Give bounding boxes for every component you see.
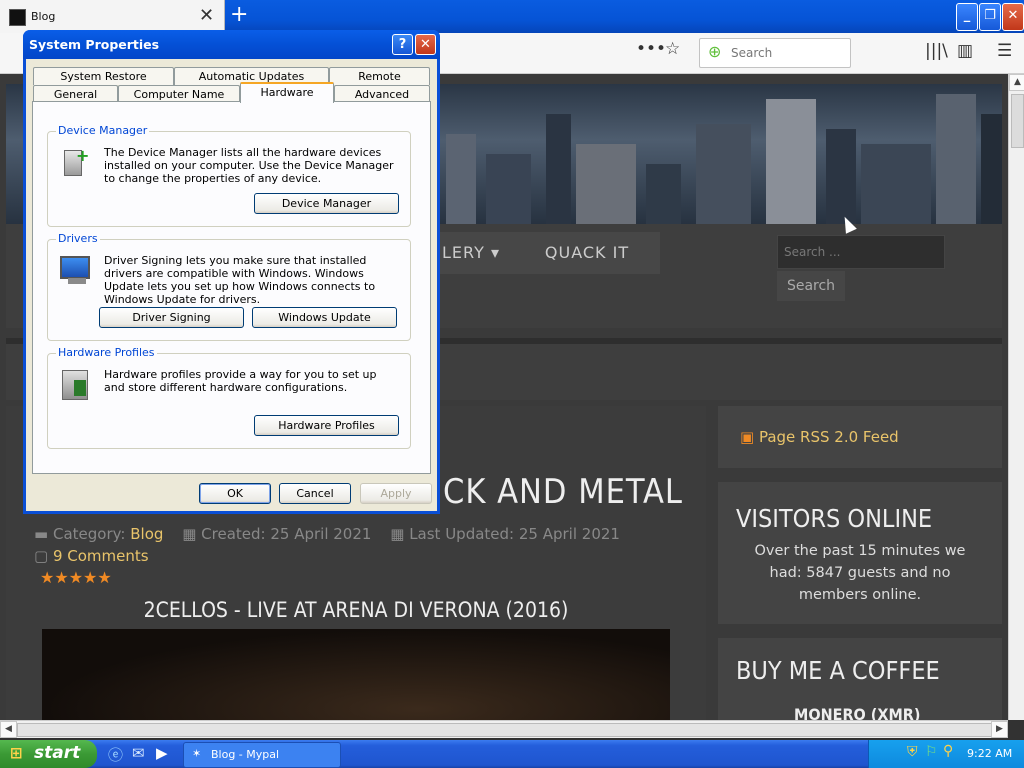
network-tray-icon[interactable]: ⚐ xyxy=(925,744,938,760)
site-search-button[interactable]: Search xyxy=(777,271,845,301)
device-manager-group: Device Manager + The Device Manager list… xyxy=(47,124,411,227)
horizontal-scroll-thumb[interactable] xyxy=(17,723,992,737)
windows-logo-icon: ⊞ xyxy=(10,744,23,762)
coffee-sub: MONERO (XMR) xyxy=(794,705,921,720)
rss-label: Page RSS 2.0 Feed xyxy=(758,428,899,446)
system-tray: ⛨ ⚐ ⚲ 9:22 AM xyxy=(868,740,1024,768)
video-title: 2CELLOS - LIVE AT ARENA DI VERONA (2016) xyxy=(143,598,569,622)
apply-button[interactable]: Apply xyxy=(360,483,432,504)
folder-icon: ▬ xyxy=(34,525,49,543)
nav-quack-it[interactable]: QUACK IT xyxy=(514,232,660,274)
rss-widget: ▣ Page RSS 2.0 Feed xyxy=(718,406,1002,468)
browser-search-input[interactable]: ⊕ Search xyxy=(699,38,851,68)
coffee-widget: BUY ME A COFFEE MONERO (XMR) xyxy=(718,638,1002,720)
outlook-quicklaunch-icon[interactable]: ✉ xyxy=(132,744,145,762)
ie-quicklaunch-icon[interactable]: ⓔ xyxy=(108,744,123,765)
new-tab-icon[interactable]: + xyxy=(230,2,248,27)
tab-close-icon[interactable]: ✕ xyxy=(199,5,214,26)
rating-stars[interactable]: ★★★★★ xyxy=(40,568,112,587)
system-properties-dialog: System Properties ? ✕ System Restore Aut… xyxy=(23,30,440,514)
search-tray-icon[interactable]: ⚲ xyxy=(943,743,953,759)
comment-icon: ▢ xyxy=(34,547,49,565)
calendar-icon: ▦ xyxy=(182,525,197,543)
article-meta: ▬ Category: Blog ▦ Created: 25 April 202… xyxy=(34,525,620,543)
device-manager-description: The Device Manager lists all the hardwar… xyxy=(104,146,394,185)
category-label: Category: xyxy=(52,525,126,543)
search-engine-icon: ⊕ xyxy=(708,42,722,61)
library-icon[interactable]: |||\ xyxy=(925,41,948,61)
hardware-profiles-group: Hardware Profiles Hardware profiles prov… xyxy=(47,346,411,449)
drivers-group: Drivers Driver Signing lets you make sur… xyxy=(47,232,411,341)
driver-signing-button[interactable]: Driver Signing xyxy=(99,307,244,328)
site-favicon-icon xyxy=(9,9,26,26)
calendar-icon-2: ▦ xyxy=(390,525,405,543)
dialog-title: System Properties xyxy=(29,37,160,52)
page-actions-icon[interactable]: ••• xyxy=(636,39,666,59)
task-label: Blog - Mypal xyxy=(211,748,280,761)
browser-titlebar: Blog ✕ + _ ❐ ✕ xyxy=(0,0,1024,33)
mypal-app-icon: ✶ xyxy=(192,747,202,760)
category-link[interactable]: Blog xyxy=(130,525,163,543)
scroll-up-icon[interactable]: ▲ xyxy=(1009,74,1024,91)
hardware-profiles-legend: Hardware Profiles xyxy=(56,346,157,359)
drivers-description: Driver Signing lets you make sure that i… xyxy=(104,254,376,306)
horizontal-scrollbar[interactable]: ◀ ▶ xyxy=(0,720,1008,738)
media-player-quicklaunch-icon[interactable]: ▶ xyxy=(156,744,168,762)
vertical-scrollbar[interactable]: ▲ xyxy=(1008,74,1024,720)
device-manager-button[interactable]: Device Manager xyxy=(254,193,399,214)
taskbar: ⊞ start ⓔ ✉ ▶ ✶ Blog - Mypal ⌨ ⛨ ⚐ ⚲ 9:2… xyxy=(0,740,1024,768)
sidebar-icon[interactable]: ▥ xyxy=(957,41,973,61)
drivers-legend: Drivers xyxy=(56,232,100,245)
maximize-button[interactable]: ❐ xyxy=(979,3,1001,31)
tab-hardware[interactable]: Hardware xyxy=(240,82,334,103)
coffee-heading: BUY ME A COFFEE xyxy=(736,656,940,685)
task-blog-mypal[interactable]: ✶ Blog - Mypal xyxy=(183,742,341,768)
help-button[interactable]: ? xyxy=(392,34,413,55)
tab-remote[interactable]: Remote xyxy=(329,67,430,85)
start-button[interactable]: ⊞ start xyxy=(0,740,97,768)
rss-link[interactable]: ▣ Page RSS 2.0 Feed xyxy=(740,428,899,446)
site-search-placeholder: Search ... xyxy=(784,245,841,259)
cancel-button[interactable]: Cancel xyxy=(279,483,351,504)
article-title: CK AND METAL xyxy=(443,472,683,512)
drivers-computer-icon xyxy=(60,254,90,286)
dialog-close-button[interactable]: ✕ xyxy=(415,34,436,55)
hardware-profiles-icon xyxy=(60,368,90,400)
device-manager-icon: + xyxy=(60,146,90,178)
close-window-button[interactable]: ✕ xyxy=(1002,3,1024,31)
created-date: Created: 25 April 2021 xyxy=(201,525,372,543)
clock[interactable]: 9:22 AM xyxy=(967,747,1012,760)
comments-count: 9 Comments xyxy=(52,547,149,565)
updated-date: Last Updated: 25 April 2021 xyxy=(409,525,620,543)
visitors-heading: VISITORS ONLINE xyxy=(736,504,933,533)
rss-icon: ▣ xyxy=(740,428,755,446)
tab-title: Blog xyxy=(31,10,56,23)
ok-button[interactable]: OK xyxy=(199,483,271,504)
vertical-scroll-thumb[interactable] xyxy=(1011,94,1024,148)
start-label: start xyxy=(34,743,81,763)
search-placeholder: Search xyxy=(731,46,773,60)
tab-system-restore[interactable]: System Restore xyxy=(33,67,174,85)
windows-update-button[interactable]: Windows Update xyxy=(252,307,397,328)
minimize-button[interactable]: _ xyxy=(956,3,978,31)
site-search-input[interactable]: Search ... xyxy=(777,235,945,269)
video-player[interactable] xyxy=(42,629,670,720)
dialog-titlebar[interactable]: System Properties ? ✕ xyxy=(23,30,440,59)
device-manager-legend: Device Manager xyxy=(56,124,150,137)
nav-gallery[interactable]: LERY ▾ xyxy=(436,232,514,274)
hardware-profiles-button[interactable]: Hardware Profiles xyxy=(254,415,399,436)
comments-link[interactable]: ▢ 9 Comments xyxy=(34,547,149,565)
bookmark-star-icon[interactable]: ☆ xyxy=(665,39,680,59)
hardware-tab-pane: Device Manager + The Device Manager list… xyxy=(32,101,431,474)
visitors-widget: VISITORS ONLINE Over the past 15 minutes… xyxy=(718,482,1002,624)
visitors-text: Over the past 15 minutes we had: 5847 gu… xyxy=(754,543,966,603)
browser-tab[interactable]: Blog ✕ xyxy=(0,0,225,33)
menu-icon[interactable]: ☰ xyxy=(997,41,1012,61)
scroll-left-icon[interactable]: ◀ xyxy=(0,721,17,738)
security-shield-icon[interactable]: ⛨ xyxy=(907,744,918,760)
hardware-profiles-description: Hardware profiles provide a way for you … xyxy=(104,368,377,394)
scroll-right-icon[interactable]: ▶ xyxy=(991,721,1008,738)
